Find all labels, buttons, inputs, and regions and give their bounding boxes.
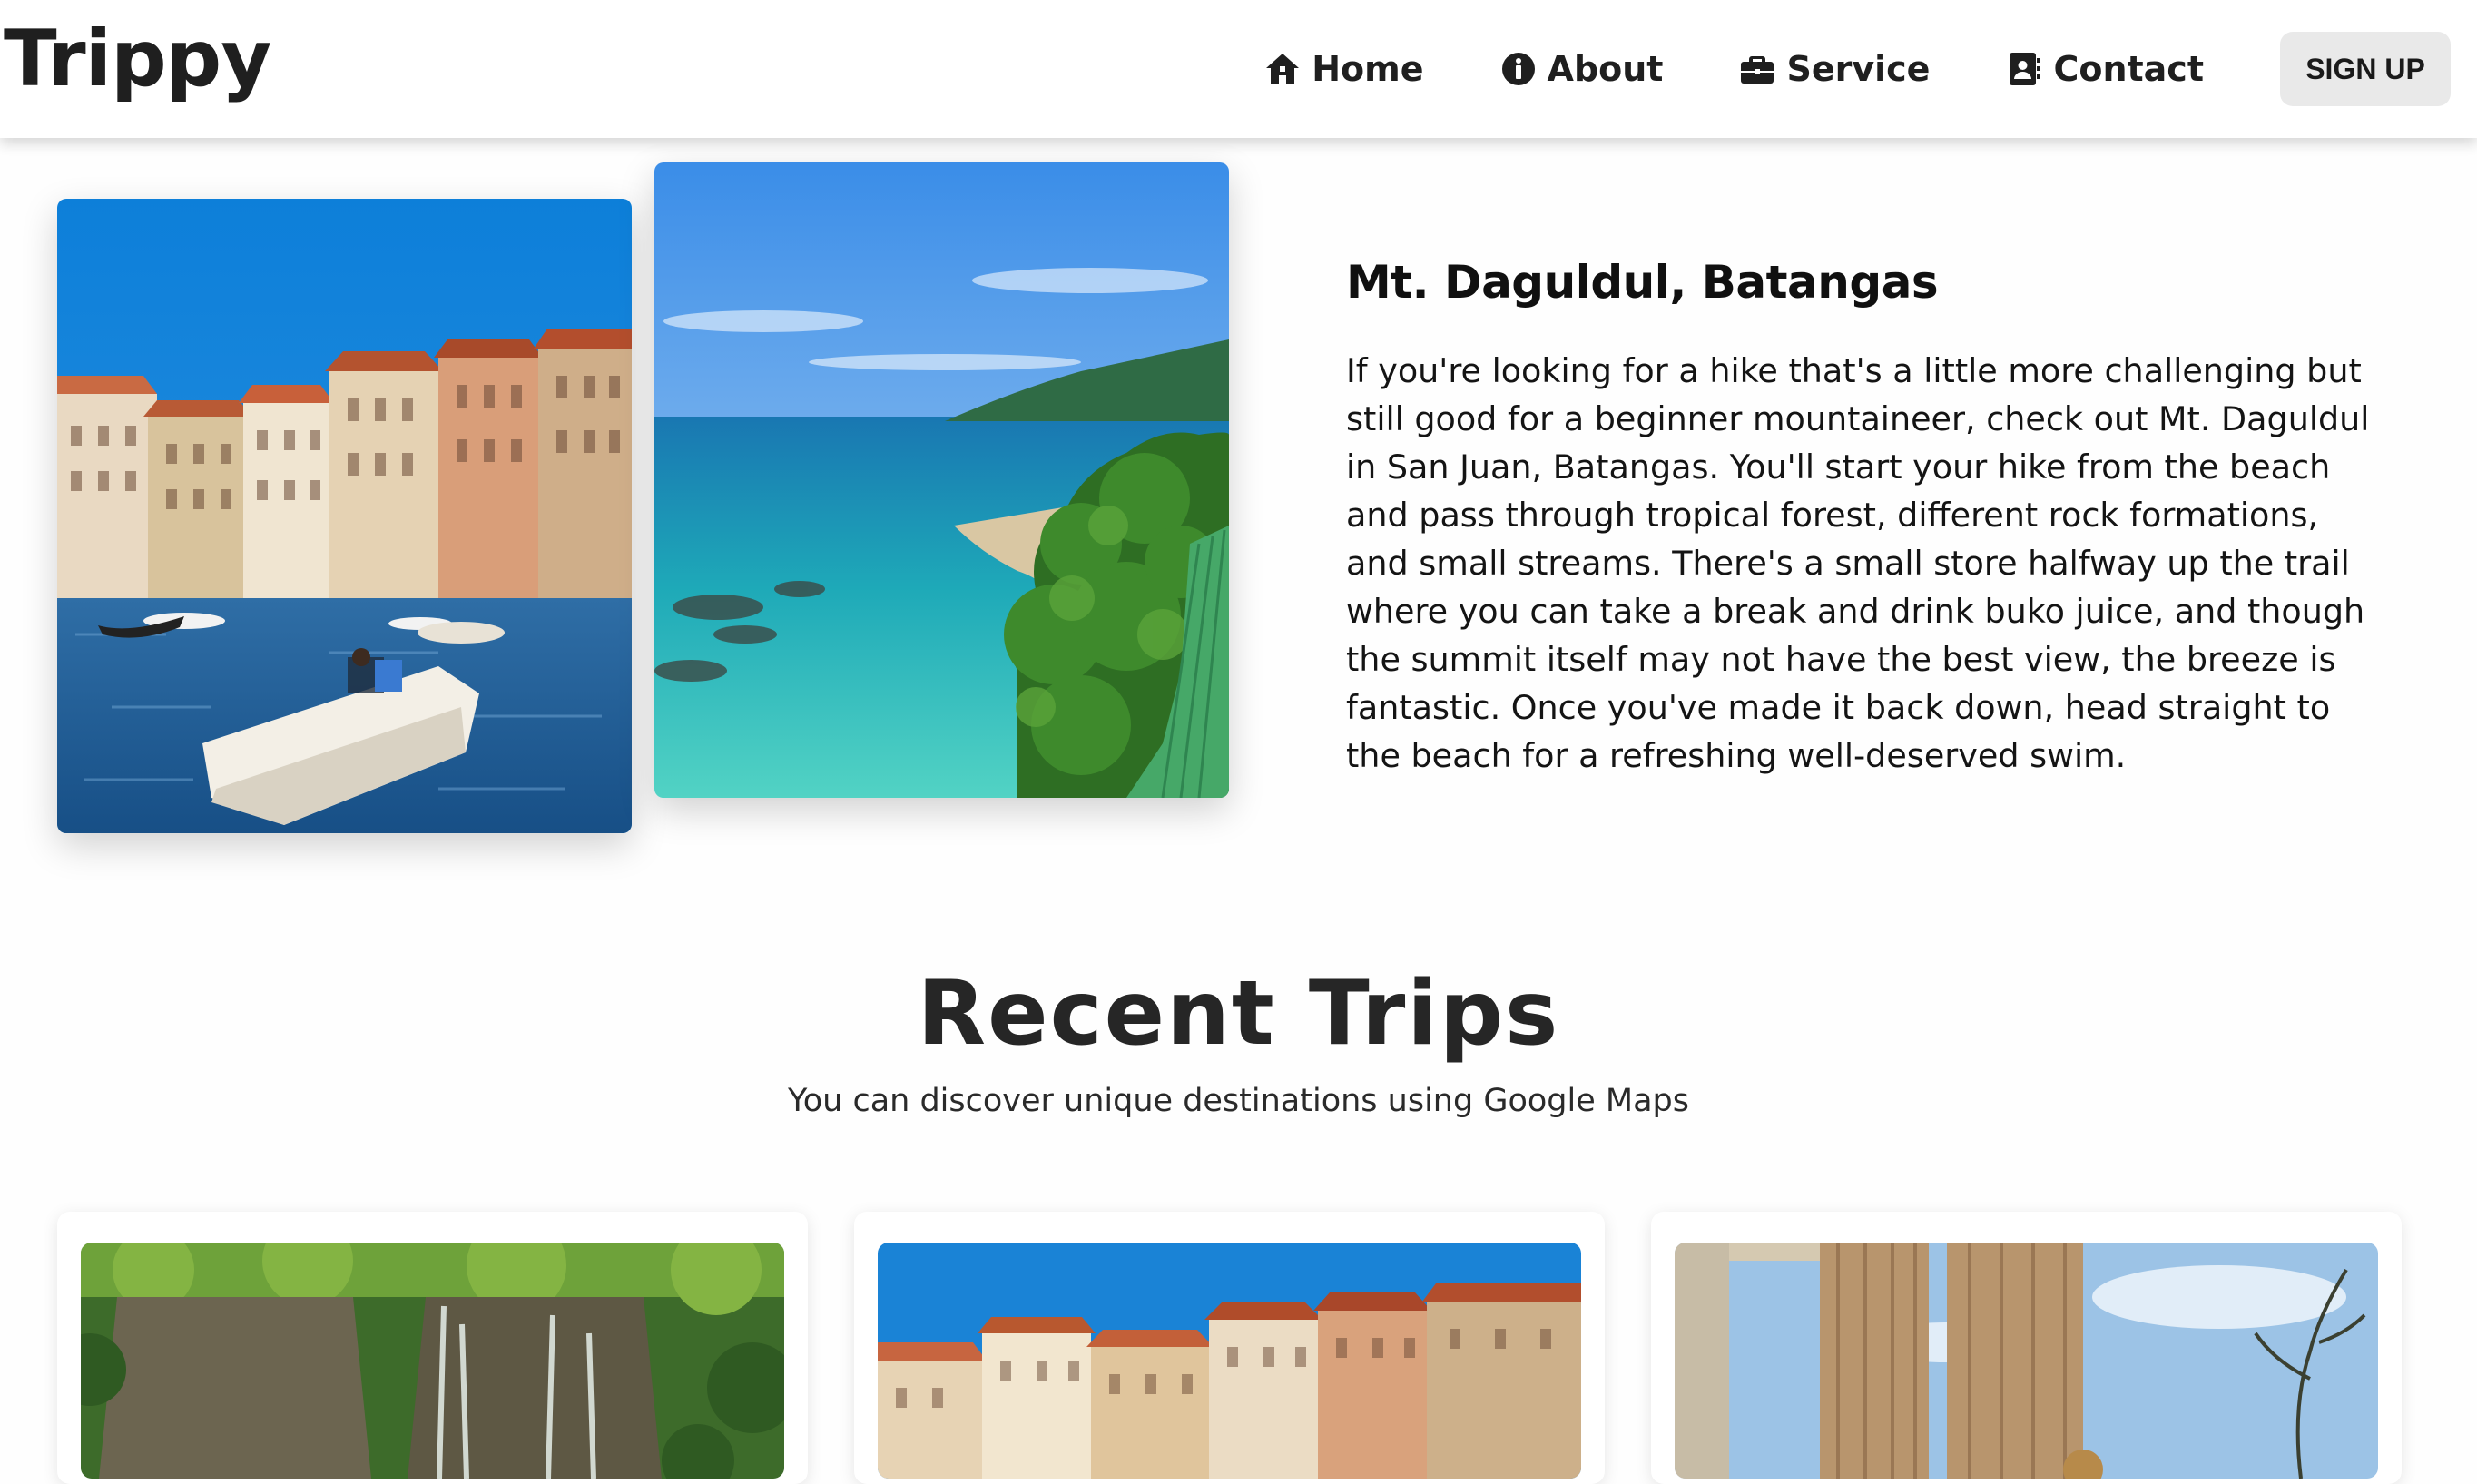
destination-title: Mt. Daguldul, Batangas — [1346, 256, 1939, 309]
waterfall-forest-photo — [81, 1243, 784, 1479]
nav-links: Home About Service Contact SIGN UP — [1264, 31, 2451, 107]
navbar: Trippy Home About Service Contact SIGN U… — [0, 0, 2477, 138]
nav-item-home[interactable]: Home — [1264, 49, 1424, 89]
nav-item-label: About — [1547, 49, 1664, 89]
venice-buildings-photo — [878, 1243, 1581, 1479]
destination-description: If you're looking for a hike that's a li… — [1346, 351, 2370, 775]
nav-item-label: Home — [1312, 49, 1424, 89]
trip-card[interactable] — [57, 1212, 808, 1484]
nav-item-label: Service — [1786, 49, 1931, 89]
venice-canal-photo — [57, 199, 632, 833]
nav-item-label: Contact — [2053, 49, 2204, 89]
nav-item-contact[interactable]: Contact — [2006, 49, 2204, 89]
house-icon — [1264, 51, 1301, 87]
info-circle-icon — [1500, 51, 1537, 87]
recent-trips-title: Recent Trips — [917, 962, 1560, 1066]
brand-logo[interactable]: Trippy — [4, 20, 271, 98]
tropical-coast-photo — [654, 162, 1229, 798]
recent-trips-subtitle: You can discover unique destinations usi… — [788, 1083, 1689, 1119]
nav-item-service[interactable]: Service — [1739, 49, 1930, 89]
address-book-icon — [2006, 51, 2042, 87]
briefcase-icon — [1739, 51, 1775, 87]
nav-item-about[interactable]: About — [1500, 49, 1664, 89]
greek-columns-photo — [1675, 1243, 2378, 1479]
trip-card[interactable] — [854, 1212, 1605, 1484]
trip-card[interactable] — [1651, 1212, 2402, 1484]
signup-button[interactable]: SIGN UP — [2280, 32, 2451, 106]
